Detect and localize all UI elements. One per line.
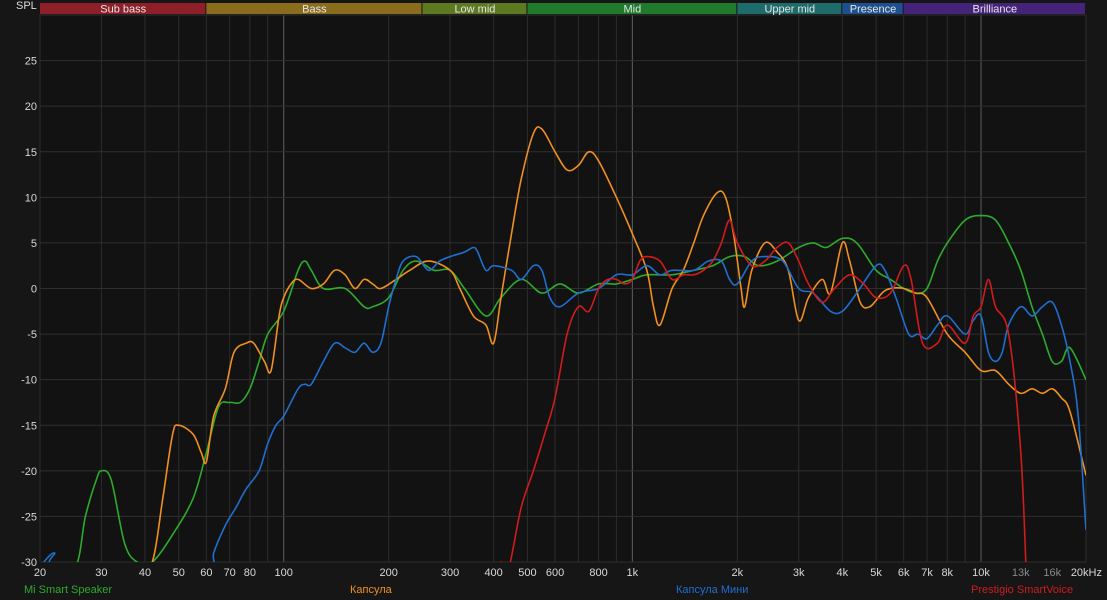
- band-label: Brilliance: [973, 4, 1018, 16]
- band-label: Upper mid: [764, 4, 815, 16]
- x-tick-label: 8k: [941, 567, 953, 579]
- x-tick-label: 500: [518, 567, 536, 579]
- x-tick-label: 7k: [921, 567, 933, 579]
- band-label: Bass: [302, 4, 327, 16]
- frequency-response-chart: Sub bass Bass Low mid Mid Upper mid Presence B…: [21, 3, 1102, 579]
- x-tick-label: 13k: [1012, 567, 1030, 579]
- x-tick-label: 100: [275, 567, 293, 579]
- legend-item: Капсула: [350, 584, 392, 596]
- x-tick-label: 50: [173, 567, 185, 579]
- x-tick-label: 20: [34, 567, 46, 579]
- x-tick-label: 2k: [732, 567, 744, 579]
- x-tick-label: 4k: [836, 567, 848, 579]
- x-tick-label: 400: [484, 567, 502, 579]
- x-tick-label: 200: [379, 567, 397, 579]
- x-tick-label: 20kHz: [1071, 567, 1102, 579]
- band-label: Sub bass: [100, 4, 146, 16]
- y-tick-label: -15: [21, 420, 37, 432]
- x-tick-label: 1k: [627, 567, 639, 579]
- x-tick-label: 80: [244, 567, 256, 579]
- y-tick-label: 15: [25, 147, 37, 159]
- y-tick-label: 0: [31, 284, 37, 296]
- legend-item: Капсула Мини: [676, 584, 749, 596]
- x-tick-label: 300: [441, 567, 459, 579]
- x-tick-label: 40: [139, 567, 151, 579]
- y-tick-label: -25: [21, 511, 37, 523]
- band-label: Mid: [624, 4, 642, 16]
- y-tick-label: -10: [21, 375, 37, 387]
- x-tick-label: 10k: [972, 567, 990, 579]
- x-tick-label: 800: [589, 567, 607, 579]
- y-tick-label: 20: [25, 101, 37, 113]
- y-tick-label: -5: [27, 329, 37, 341]
- x-tick-label: 16k: [1043, 567, 1061, 579]
- x-tick-label: 6k: [898, 567, 910, 579]
- y-tick-label: -20: [21, 466, 37, 478]
- x-tick-label: 70: [224, 567, 236, 579]
- legend-item: Prestigio SmartVoice: [971, 584, 1074, 596]
- x-tick-label: 60: [200, 567, 212, 579]
- x-tick-label: 3k: [793, 567, 805, 579]
- x-tick-label: 5k: [870, 567, 882, 579]
- y-tick-label: 5: [31, 238, 37, 250]
- x-tick-label: 30: [95, 567, 107, 579]
- legend-item: Mi Smart Speaker: [24, 584, 113, 596]
- band-label: Presence: [850, 4, 896, 16]
- band-label: Low mid: [454, 4, 495, 16]
- y-tick-label: 10: [25, 192, 37, 204]
- y-tick-label: 25: [25, 56, 37, 68]
- x-tick-label: 600: [546, 567, 564, 579]
